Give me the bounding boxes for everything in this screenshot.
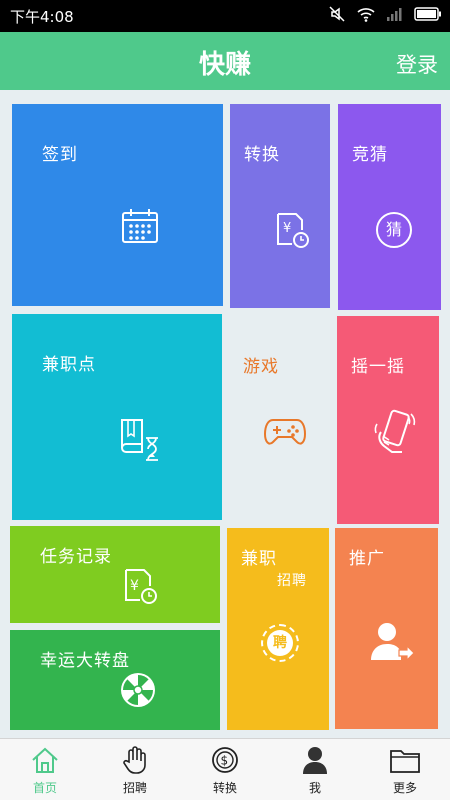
- person-icon: [303, 747, 327, 774]
- tab-me[interactable]: 我: [270, 739, 360, 800]
- tile-label: 竞猜: [352, 145, 388, 165]
- wifi-icon: [357, 8, 375, 22]
- tile-label: 兼职: [241, 549, 277, 569]
- shake-phone-icon: [374, 409, 416, 453]
- tab-label: 转换: [212, 781, 237, 795]
- tile-label: 签到: [42, 145, 78, 165]
- hand-icon: [123, 746, 146, 774]
- guess-circle-icon: 猜: [376, 212, 412, 248]
- tile-sub-label: 招聘: [277, 573, 307, 589]
- tile-label: 任务记录: [40, 547, 112, 567]
- tile-label: 幸运大转盘: [40, 651, 130, 671]
- tab-home[interactable]: 首页: [0, 739, 90, 800]
- feature-grid: 签到 转换 ¥ 竞猜 猜 兼职点 游戏 摇一摇 任务记录 ¥ 幸运大转盘 兼职 …: [0, 90, 450, 738]
- recruit-badge-text: 聘: [267, 630, 293, 656]
- tile-convert[interactable]: 转换 ¥: [230, 104, 330, 308]
- battery-icon: [414, 7, 441, 21]
- folder-icon: [390, 750, 420, 773]
- status-bar: 下午4:08: [0, 0, 450, 32]
- tab-recruit[interactable]: 招聘: [90, 739, 180, 800]
- yuan-document-clock-icon: ¥: [125, 569, 157, 604]
- tab-label: 首页: [32, 781, 57, 795]
- tile-part-time[interactable]: 兼职 招聘 聘: [227, 528, 329, 730]
- svg-text:$: $: [221, 754, 229, 768]
- tile-sign-in[interactable]: 签到: [12, 104, 223, 306]
- login-button[interactable]: 登录: [396, 49, 438, 79]
- tab-label: 招聘: [122, 781, 147, 795]
- status-icons: [328, 5, 442, 23]
- home-icon: [32, 747, 58, 773]
- tab-convert[interactable]: $ 转换: [180, 739, 270, 800]
- tile-label: 转换: [244, 145, 280, 165]
- user-share-icon: [371, 623, 415, 662]
- status-time: 下午4:08: [10, 8, 74, 26]
- wheel-icon: [121, 673, 155, 707]
- tab-label: 我: [308, 781, 321, 795]
- bottom-tab-bar: 首页 招聘 $ 转换 我 更多: [0, 738, 450, 800]
- app-header: 快赚 登录: [0, 32, 450, 90]
- page-title: 快赚: [198, 50, 251, 80]
- tile-lucky-wheel[interactable]: 幸运大转盘: [10, 630, 220, 730]
- tile-game[interactable]: 游戏: [229, 316, 332, 523]
- yuan-document-clock-icon: ¥: [277, 213, 309, 248]
- tile-task-records[interactable]: 任务记录 ¥: [10, 526, 220, 623]
- tile-shake[interactable]: 摇一摇: [337, 316, 439, 524]
- tile-label: 游戏: [243, 357, 279, 377]
- tab-label: 更多: [392, 781, 417, 795]
- signal-icon: [387, 8, 402, 21]
- svg-text:¥: ¥: [283, 221, 291, 236]
- tile-part-time-points[interactable]: 兼职点: [12, 314, 222, 520]
- calendar-icon: [122, 209, 158, 243]
- tile-label: 推广: [349, 549, 385, 569]
- tile-label: 摇一摇: [351, 357, 405, 377]
- tile-promotion[interactable]: 推广: [335, 528, 438, 729]
- recruit-badge-icon: 聘: [261, 624, 299, 662]
- coin-icon: $: [212, 747, 238, 773]
- gamepad-icon: [263, 419, 307, 445]
- svg-text:¥: ¥: [130, 578, 139, 594]
- tile-guess[interactable]: 竞猜 猜: [338, 104, 441, 310]
- mute-icon: [329, 6, 345, 22]
- book-hourglass-icon: [121, 419, 158, 461]
- tile-label: 兼职点: [42, 355, 96, 375]
- tab-more[interactable]: 更多: [360, 739, 450, 800]
